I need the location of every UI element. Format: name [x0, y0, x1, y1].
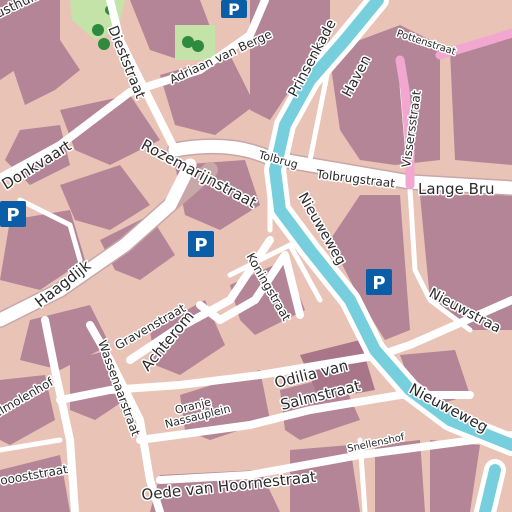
parking-icon[interactable]: P [366, 269, 392, 295]
svg-text:P: P [6, 205, 19, 226]
street-label-lange-brug: Lange Bru [418, 180, 495, 198]
svg-text:P: P [372, 273, 385, 294]
parking-icon[interactable]: P [188, 231, 214, 257]
city-map[interactable]: P P P P usthuiss Dieststraat Adriaan van… [0, 0, 512, 512]
parking-icon[interactable]: P [221, 0, 247, 19]
parking-icon[interactable]: P [0, 201, 26, 227]
svg-text:P: P [194, 235, 207, 256]
svg-text:P: P [228, 0, 240, 19]
